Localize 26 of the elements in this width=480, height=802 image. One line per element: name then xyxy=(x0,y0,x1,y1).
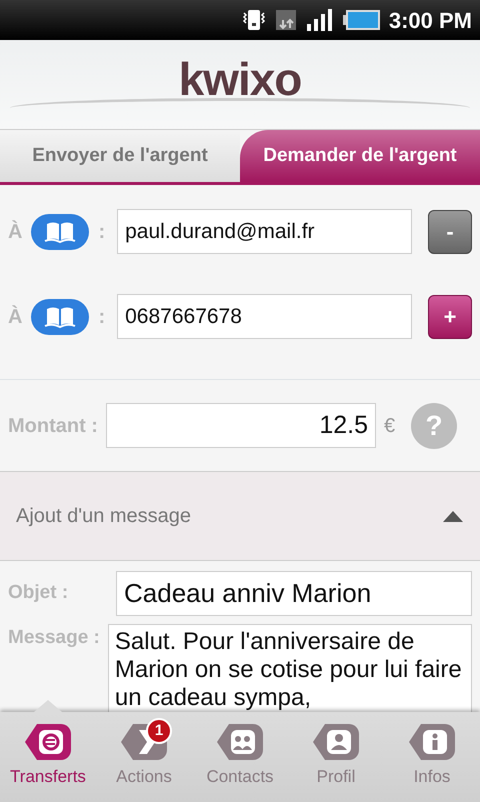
section-title[interactable]: Ajout d'un message xyxy=(16,501,192,531)
recipient-label: À xyxy=(8,304,22,330)
separator: : xyxy=(98,220,106,244)
signal-icon xyxy=(304,8,335,32)
recipient-field[interactable]: 0687667678 xyxy=(117,294,412,339)
amount-field[interactable]: 12.5 xyxy=(106,403,376,448)
amount-label: Montant : xyxy=(8,414,98,438)
remove-button[interactable]: - xyxy=(428,210,472,254)
tab[interactable]: Demander de l'argent xyxy=(240,130,480,182)
logo: kwixo xyxy=(178,56,302,102)
notification-badge: 1 xyxy=(146,718,172,744)
recipient-field[interactable]: paul.durand@mail.fr xyxy=(117,209,412,254)
nav-tab[interactable]: Transferts xyxy=(0,712,96,802)
vibrate-icon xyxy=(240,7,267,33)
subject-label: Objet : xyxy=(8,581,70,606)
status-time: 3:00 PM xyxy=(388,6,472,34)
message-label: Message : xyxy=(8,626,100,650)
currency: € xyxy=(384,414,396,438)
add-button[interactable]: + xyxy=(428,294,472,338)
collapse-icon xyxy=(442,509,464,523)
battery-icon xyxy=(342,8,381,32)
pointer-arrow xyxy=(34,700,62,712)
separator: : xyxy=(98,304,106,330)
recipient-label: À xyxy=(8,219,22,244)
subject-field[interactable]: Cadeau anniv Marion xyxy=(116,571,472,616)
network-icon xyxy=(274,8,297,32)
